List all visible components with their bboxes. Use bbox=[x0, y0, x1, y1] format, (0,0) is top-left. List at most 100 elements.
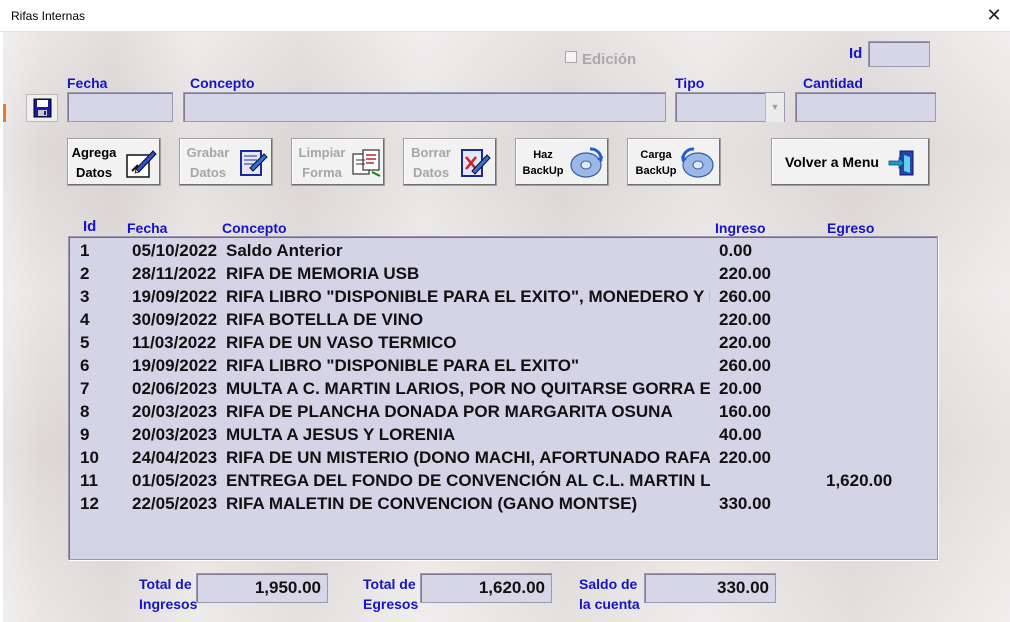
row-fecha: 20/03/2023 bbox=[132, 402, 218, 421]
total-ingresos-value: 1,950.00 bbox=[196, 573, 328, 603]
row-concepto: RIFA BOTELLA DE VINO bbox=[226, 310, 424, 329]
total-ingresos-label-1: Total de bbox=[139, 576, 192, 592]
total-egresos-label-2: Egresos bbox=[363, 596, 419, 612]
grabar-label-2: Datos bbox=[189, 165, 227, 180]
row-fecha: 19/09/2022 bbox=[132, 287, 218, 306]
row-id: 12 bbox=[80, 494, 99, 513]
pen-paper-icon bbox=[126, 150, 157, 178]
borrar-label-2: Datos bbox=[412, 165, 450, 180]
row-concepto: RIFA LIBRO "DISPONIBLE PARA EL EXITO", M… bbox=[226, 287, 710, 306]
row-ingreso: 160.00 bbox=[719, 402, 771, 421]
table-row[interactable]: 8 20/03/2023 RIFA DE PLANCHA DONADA POR MA… bbox=[69, 400, 937, 423]
haz-backup-button[interactable]: Haz BackUp bbox=[515, 138, 609, 186]
grabar-datos-button[interactable]: Grabar Datos bbox=[179, 138, 273, 186]
agrega-datos-button[interactable]: Agrega Datos bbox=[67, 138, 161, 186]
table-row[interactable]: 6 19/09/2022 RIFA LIBRO "DISPONIBLE PARA E… bbox=[69, 354, 937, 377]
row-id: 8 bbox=[80, 402, 90, 421]
backup-label-2: BackUp bbox=[522, 165, 564, 177]
carga-label-1: Carga bbox=[640, 149, 672, 161]
row-ingreso: 260.00 bbox=[719, 287, 771, 306]
row-fecha: 05/10/2022 bbox=[132, 241, 218, 260]
records-list[interactable]: 1 05/10/2022 Saldo Anterior 0.00 2 28/11/2022… bbox=[68, 236, 938, 560]
row-concepto: RIFA DE PLANCHA DONADA POR MARGARITA OSU… bbox=[226, 402, 673, 421]
table-row[interactable]: 5 11/03/2022 RIFA DE UN VASO TERMICO 220.00 bbox=[69, 331, 937, 354]
carga-label-2: BackUp bbox=[635, 165, 677, 177]
fecha-field[interactable] bbox=[67, 92, 173, 122]
grabar-label-1: Grabar bbox=[186, 145, 230, 160]
row-concepto: RIFA MALETIN DE CONVENCION (GANO MONTSE) bbox=[226, 494, 638, 513]
row-id: 4 bbox=[80, 310, 90, 329]
col-header-egreso: Egreso bbox=[827, 220, 875, 236]
row-fecha: 20/03/2023 bbox=[132, 425, 218, 444]
row-fecha: 28/11/2022 bbox=[132, 264, 217, 283]
col-header-concepto: Concepto bbox=[222, 220, 287, 236]
table-row[interactable]: 4 30/09/2022 RIFA BOTELLA DE VINO 220.00 bbox=[69, 308, 937, 331]
row-ingreso: 20.00 bbox=[719, 379, 762, 398]
total-egresos-value: 1,620.00 bbox=[420, 573, 552, 603]
table-row[interactable]: 12 22/05/2023 RIFA MALETIN DE CONVENCION (… bbox=[69, 492, 937, 515]
edicion-label: Edición bbox=[582, 51, 637, 68]
table-row[interactable]: 1 05/10/2022 Saldo Anterior 0.00 bbox=[69, 239, 937, 262]
row-id: 2 bbox=[80, 264, 90, 283]
saldo-value: 330.00 bbox=[644, 573, 776, 603]
borrar-datos-button[interactable]: Borrar Datos bbox=[403, 138, 497, 186]
backup-disk-icon bbox=[570, 147, 603, 178]
concepto-field[interactable] bbox=[183, 92, 666, 122]
id-label: Id bbox=[849, 45, 863, 62]
row-concepto: RIFA DE UN MISTERIO (DONO MACHI, AFORTUN… bbox=[226, 448, 710, 467]
row-id: 7 bbox=[80, 379, 90, 398]
row-fecha: 22/05/2023 bbox=[132, 494, 218, 513]
cantidad-label: Cantidad bbox=[803, 75, 863, 91]
table-row[interactable]: 3 19/09/2022 RIFA LIBRO "DISPONIBLE PARA E… bbox=[69, 285, 937, 308]
row-concepto: MULTA A C. MARTIN LARIOS, POR NO QUITARS… bbox=[226, 379, 710, 398]
checkbox-box[interactable] bbox=[565, 51, 577, 63]
agrega-label-1: Agrega bbox=[71, 145, 117, 160]
chevron-down-icon[interactable]: ▼ bbox=[765, 93, 784, 122]
table-row[interactable]: 7 02/06/2023 MULTA A C. MARTIN LARIOS, POR… bbox=[69, 377, 937, 400]
total-egresos-label-1: Total de bbox=[363, 576, 416, 592]
row-concepto: RIFA DE UN VASO TERMICO bbox=[226, 333, 457, 352]
limpiar-label-2: Forma bbox=[302, 165, 342, 180]
agrega-label-2: Datos bbox=[75, 165, 113, 180]
row-id: 11 bbox=[80, 471, 98, 490]
exit-door-icon bbox=[888, 150, 914, 176]
form-client-area: Edición Id Fecha Concepto Tipo Cantidad … bbox=[3, 32, 1010, 622]
tipo-label: Tipo bbox=[675, 75, 705, 91]
fecha-label: Fecha bbox=[67, 75, 108, 91]
close-icon[interactable]: ✕ bbox=[978, 0, 1010, 31]
row-ingreso: 220.00 bbox=[719, 333, 771, 352]
row-ingreso: 260.00 bbox=[719, 356, 771, 375]
table-row[interactable]: 9 20/03/2023 MULTA A JESUS Y LORENIA 40.00 bbox=[69, 423, 937, 446]
row-fecha: 01/05/2023 bbox=[132, 471, 218, 490]
table-row[interactable]: 10 24/04/2023 RIFA DE UN MISTERIO (DONO MA… bbox=[69, 446, 937, 469]
edicion-checkbox[interactable]: Edición bbox=[565, 51, 636, 68]
row-id: 9 bbox=[80, 425, 90, 444]
save-button[interactable] bbox=[26, 94, 58, 122]
row-id: 3 bbox=[80, 287, 90, 306]
table-row[interactable]: 2 28/11/2022 RIFA DE MEMORIA USB 220.00 bbox=[69, 262, 937, 285]
edit-document-icon bbox=[240, 150, 268, 176]
volver-menu-button[interactable]: Volver a Menu bbox=[771, 138, 930, 186]
table-row[interactable]: 11 01/05/2023 ENTREGA DEL FONDO DE CONVENC… bbox=[69, 469, 937, 492]
row-concepto: ENTREGA DEL FONDO DE CONVENCIÓN AL C.L. … bbox=[226, 471, 710, 490]
row-id: 6 bbox=[80, 356, 90, 375]
id-field[interactable] bbox=[868, 41, 930, 67]
row-ingreso: 220.00 bbox=[719, 264, 771, 283]
row-ingreso: 220.00 bbox=[719, 310, 771, 329]
edge-marker bbox=[3, 104, 6, 122]
clear-form-icon bbox=[352, 149, 381, 177]
carga-backup-button[interactable]: Carga BackUp bbox=[627, 138, 721, 186]
row-ingreso: 40.00 bbox=[719, 425, 762, 444]
concepto-label: Concepto bbox=[190, 75, 255, 91]
limpiar-forma-button[interactable]: Limpiar Forma bbox=[291, 138, 385, 186]
row-fecha: 11/03/2022 bbox=[132, 333, 217, 352]
row-ingreso: 0.00 bbox=[719, 241, 753, 260]
cantidad-field[interactable] bbox=[795, 92, 936, 122]
row-fecha: 19/09/2022 bbox=[132, 356, 218, 375]
borrar-label-1: Borrar bbox=[411, 145, 451, 160]
limpiar-label-1: Limpiar bbox=[298, 145, 346, 160]
saldo-label-1: Saldo de bbox=[579, 576, 638, 592]
row-fecha: 30/09/2022 bbox=[132, 310, 218, 329]
floppy-disk-icon bbox=[33, 98, 52, 118]
title-bar: Rifas Internas ✕ bbox=[0, 0, 1010, 32]
